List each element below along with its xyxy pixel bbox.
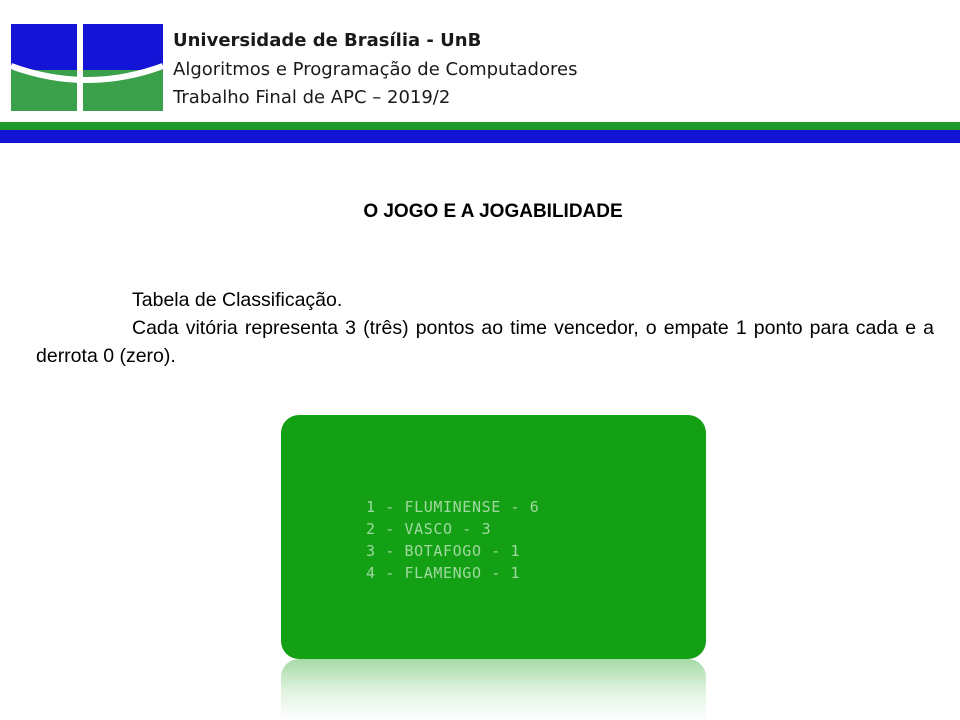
body-text: Tabela de Classificação. Cada vitória re… xyxy=(36,286,934,370)
header-text: Universidade de Brasília - UnB Algoritmo… xyxy=(173,27,577,113)
slide: Universidade de Brasília - UnB Algoritmo… xyxy=(0,0,960,720)
header-stripe-green xyxy=(0,122,960,130)
standings-row: 1 - FLUMINENSE - 6 xyxy=(366,498,540,516)
terminal-reflection xyxy=(281,659,706,720)
university-name: Universidade de Brasília - UnB xyxy=(173,30,482,51)
assignment-name: Trabalho Final de APC – 2019/2 xyxy=(173,87,451,108)
paragraph-scoring-rules: Cada vitória representa 3 (três) pontos … xyxy=(36,317,934,367)
course-name: Algoritmos e Programação de Computadores xyxy=(173,58,578,80)
paragraph-table-heading: Tabela de Classificação. xyxy=(132,289,343,311)
standings-row: 3 - BOTAFOGO - 1 xyxy=(366,542,521,560)
standings-row: 4 - FLAMENGO - 1 xyxy=(366,564,521,582)
unb-logo-icon xyxy=(11,24,163,111)
terminal-screenshot: 1 - FLUMINENSE - 6 2 - VASCO - 3 3 - BOT… xyxy=(281,415,706,659)
section-title: O JOGO E A JOGABILIDADE xyxy=(363,201,623,222)
standings-row: 2 - VASCO - 3 xyxy=(366,520,492,538)
header-stripe-blue xyxy=(0,130,960,143)
standings-list: 1 - FLUMINENSE - 6 2 - VASCO - 3 3 - BOT… xyxy=(366,496,539,584)
